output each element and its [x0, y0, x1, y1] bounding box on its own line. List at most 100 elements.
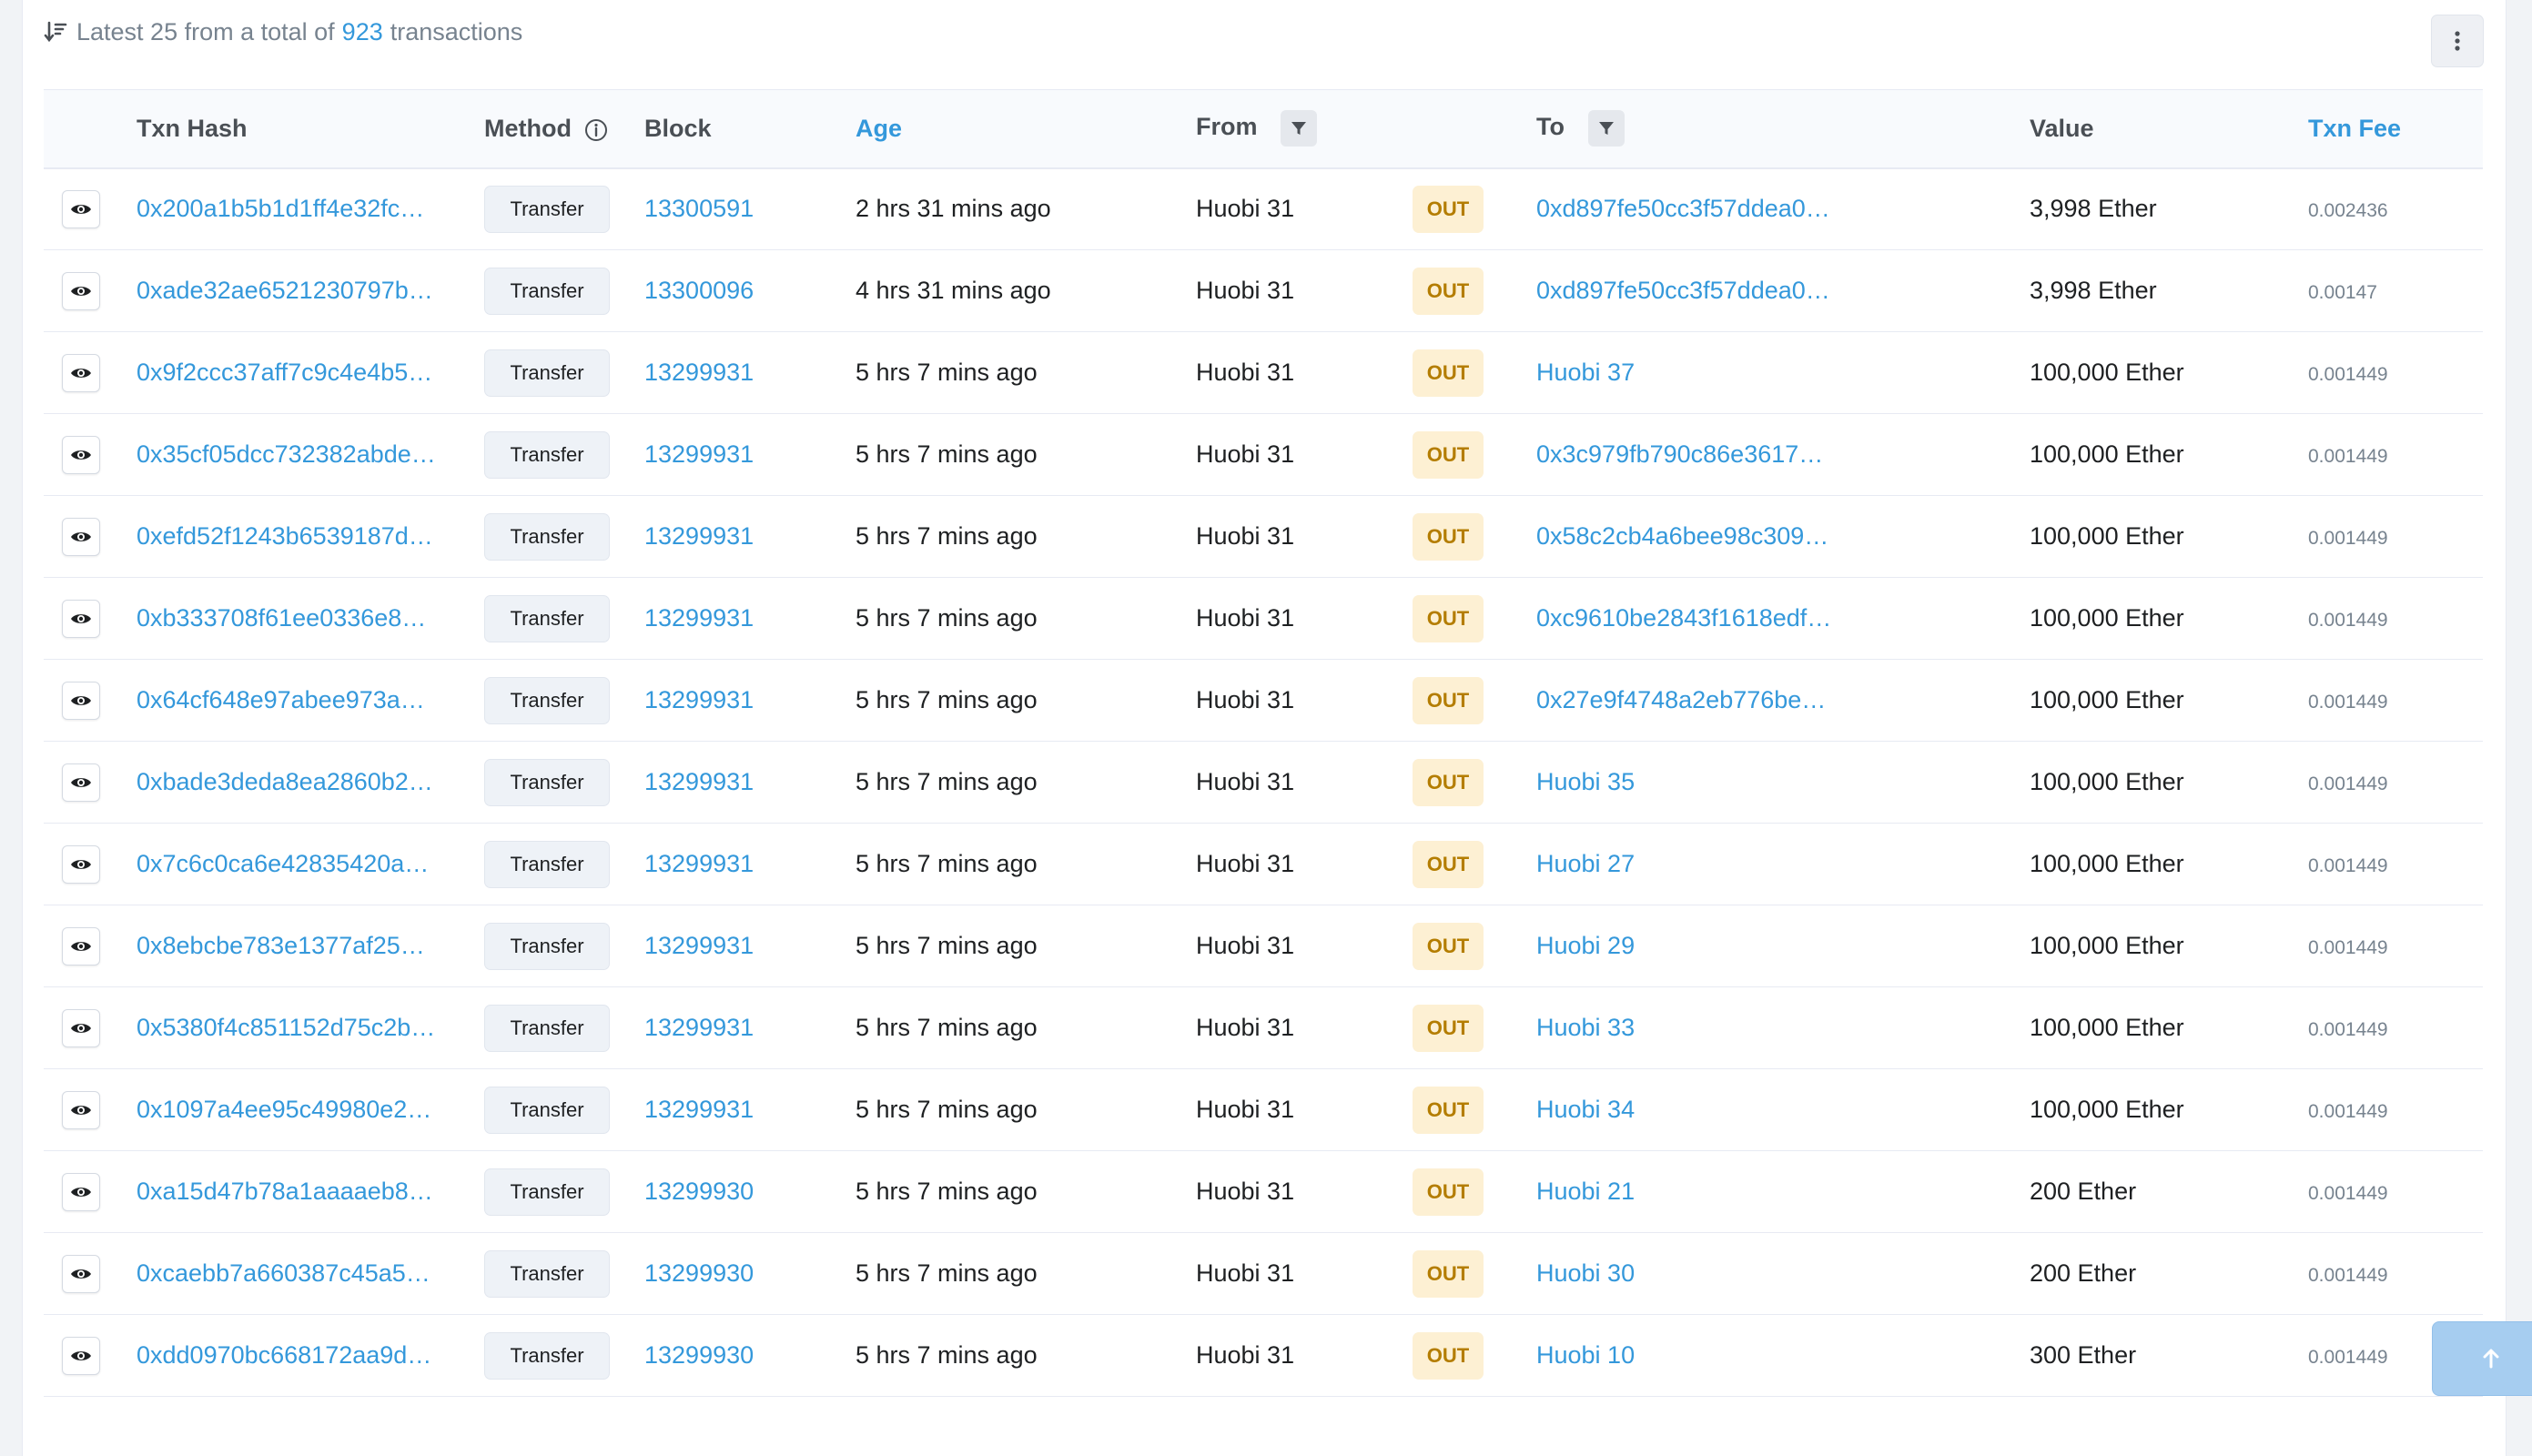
- value-text: 100,000 Ether: [2030, 686, 2184, 713]
- view-details-button[interactable]: [62, 844, 100, 884]
- to-address-link[interactable]: Huobi 34: [1536, 1096, 1635, 1123]
- view-details-button[interactable]: [62, 353, 100, 392]
- value-text: 100,000 Ether: [2030, 359, 2184, 386]
- value-text: 300 Ether: [2030, 1341, 2137, 1369]
- txn-hash-link[interactable]: 0xb333708f61ee0336e8…: [137, 604, 426, 632]
- txn-hash-link[interactable]: 0x9f2ccc37aff7c9c4e4b5…: [137, 359, 432, 386]
- to-address-link[interactable]: 0xd897fe50cc3f57ddea0…: [1536, 277, 1830, 304]
- age-text: 5 hrs 7 mins ago: [856, 1178, 1038, 1205]
- txn-hash-link[interactable]: 0x35cf05dcc732382abde…: [137, 440, 436, 468]
- block-link[interactable]: 13300591: [644, 195, 754, 222]
- view-details-button[interactable]: [62, 189, 100, 228]
- txn-fee-text: 0.001449: [2308, 528, 2388, 549]
- view-cell: [44, 495, 137, 578]
- to-address-link[interactable]: Huobi 30: [1536, 1259, 1635, 1287]
- to-address-link[interactable]: Huobi 27: [1536, 850, 1635, 877]
- block-link[interactable]: 13299931: [644, 1096, 754, 1123]
- view-cell: [44, 659, 137, 742]
- block-link[interactable]: 13299930: [644, 1259, 754, 1287]
- from-address: Huobi 31: [1196, 440, 1295, 468]
- view-details-button[interactable]: [62, 1172, 100, 1211]
- age-text: 5 hrs 7 mins ago: [856, 359, 1038, 386]
- txn-hash-link[interactable]: 0xdd0970bc668172aa9d…: [137, 1341, 431, 1369]
- direction-badge: OUT: [1413, 1249, 1484, 1298]
- txn-hash-link[interactable]: 0x200a1b5b1d1ff4e32fc…: [137, 195, 424, 222]
- to-address-link[interactable]: Huobi 10: [1536, 1341, 1635, 1369]
- view-details-button[interactable]: [62, 1336, 100, 1375]
- to-address-link[interactable]: 0xc9610be2843f1618edf…: [1536, 604, 1831, 632]
- transactions-summary: Latest 25 from a total of 923 transactio…: [44, 0, 522, 64]
- header-txn-fee-toggle[interactable]: Txn Fee: [2308, 89, 2483, 169]
- block-link[interactable]: 13299930: [644, 1341, 754, 1369]
- from-filter-button[interactable]: [1281, 110, 1318, 147]
- view-details-button[interactable]: [62, 599, 100, 638]
- txn-hash-link[interactable]: 0xade32ae6521230797b…: [137, 277, 433, 304]
- to-address-link[interactable]: Huobi 37: [1536, 359, 1635, 386]
- more-options-button[interactable]: [2431, 15, 2484, 67]
- block-link[interactable]: 13300096: [644, 277, 754, 304]
- view-details-button[interactable]: [62, 435, 100, 474]
- table-row: 0xdd0970bc668172aa9d… Transfer 13299930 …: [44, 1314, 2483, 1397]
- to-address-link[interactable]: Huobi 21: [1536, 1178, 1635, 1205]
- block-link[interactable]: 13299931: [644, 686, 754, 713]
- value-text: 100,000 Ether: [2030, 1096, 2184, 1123]
- eye-icon: [71, 1350, 91, 1360]
- scroll-to-top-button[interactable]: [2432, 1321, 2532, 1396]
- to-address-link[interactable]: Huobi 33: [1536, 1014, 1635, 1041]
- block-link[interactable]: 13299931: [644, 359, 754, 386]
- block-link[interactable]: 13299931: [644, 932, 754, 959]
- txn-hash-link[interactable]: 0x8ebcbe783e1377af25…: [137, 932, 425, 959]
- eye-icon: [71, 1023, 91, 1033]
- to-address-link[interactable]: 0x27e9f4748a2eb776be…: [1536, 686, 1826, 713]
- table-header-row: Txn Hash Method Block Age From To Value …: [44, 89, 2483, 169]
- view-details-button[interactable]: [62, 763, 100, 802]
- txn-hash-link[interactable]: 0xa15d47b78a1aaaaeb8…: [137, 1178, 433, 1205]
- txn-hash-link[interactable]: 0xcaebb7a660387c45a5…: [137, 1259, 430, 1287]
- txn-fee-text: 0.00147: [2308, 282, 2377, 303]
- view-details-button[interactable]: [62, 271, 100, 310]
- block-link[interactable]: 13299930: [644, 1178, 754, 1205]
- to-address-link[interactable]: 0xd897fe50cc3f57ddea0…: [1536, 195, 1830, 222]
- to-filter-button[interactable]: [1587, 110, 1625, 147]
- block-link[interactable]: 13299931: [644, 1014, 754, 1041]
- view-details-button[interactable]: [62, 1008, 100, 1047]
- direction-badge: OUT: [1413, 1086, 1484, 1134]
- txn-fee-text: 0.001449: [2308, 774, 2388, 794]
- to-address-link[interactable]: 0x58c2cb4a6bee98c309…: [1536, 522, 1828, 550]
- to-address-link[interactable]: Huobi 35: [1536, 768, 1635, 795]
- txn-hash-link[interactable]: 0xbade3deda8ea2860b2…: [137, 768, 433, 795]
- txn-hash-link[interactable]: 0x1097a4ee95c49980e2…: [137, 1096, 431, 1123]
- method-badge: Transfer: [484, 185, 610, 233]
- eye-icon: [71, 613, 91, 623]
- txn-fee-text: 0.001449: [2308, 610, 2388, 631]
- txn-hash-link[interactable]: 0x7c6c0ca6e42835420a…: [137, 850, 429, 877]
- view-details-button[interactable]: [62, 1090, 100, 1129]
- txn-hash-link[interactable]: 0x5380f4c851152d75c2b…: [137, 1014, 435, 1041]
- view-details-button[interactable]: [62, 926, 100, 966]
- block-link[interactable]: 13299931: [644, 440, 754, 468]
- method-badge: Transfer: [484, 267, 610, 315]
- block-link[interactable]: 13299931: [644, 850, 754, 877]
- txn-fee-text: 0.001449: [2308, 1265, 2388, 1286]
- txn-hash-link[interactable]: 0xefd52f1243b6539187d…: [137, 522, 433, 550]
- view-cell: [44, 905, 137, 987]
- age-text: 5 hrs 7 mins ago: [856, 686, 1038, 713]
- from-address: Huobi 31: [1196, 1259, 1295, 1287]
- info-circle-icon[interactable]: [584, 118, 608, 142]
- value-text: 100,000 Ether: [2030, 604, 2184, 632]
- view-details-button[interactable]: [62, 1254, 100, 1293]
- method-badge: Transfer: [484, 758, 610, 806]
- to-address-link[interactable]: Huobi 29: [1536, 932, 1635, 959]
- summary-count-link[interactable]: 923: [342, 18, 383, 46]
- txn-hash-link[interactable]: 0x64cf648e97abee973a…: [137, 686, 425, 713]
- view-details-button[interactable]: [62, 681, 100, 720]
- to-address-link[interactable]: 0x3c979fb790c86e3617…: [1536, 440, 1823, 468]
- block-link[interactable]: 13299931: [644, 768, 754, 795]
- age-text: 5 hrs 7 mins ago: [856, 604, 1038, 632]
- method-badge: Transfer: [484, 349, 610, 397]
- view-details-button[interactable]: [62, 517, 100, 556]
- value-text: 100,000 Ether: [2030, 850, 2184, 877]
- block-link[interactable]: 13299931: [644, 522, 754, 550]
- header-age-toggle[interactable]: Age: [856, 89, 1196, 169]
- block-link[interactable]: 13299931: [644, 604, 754, 632]
